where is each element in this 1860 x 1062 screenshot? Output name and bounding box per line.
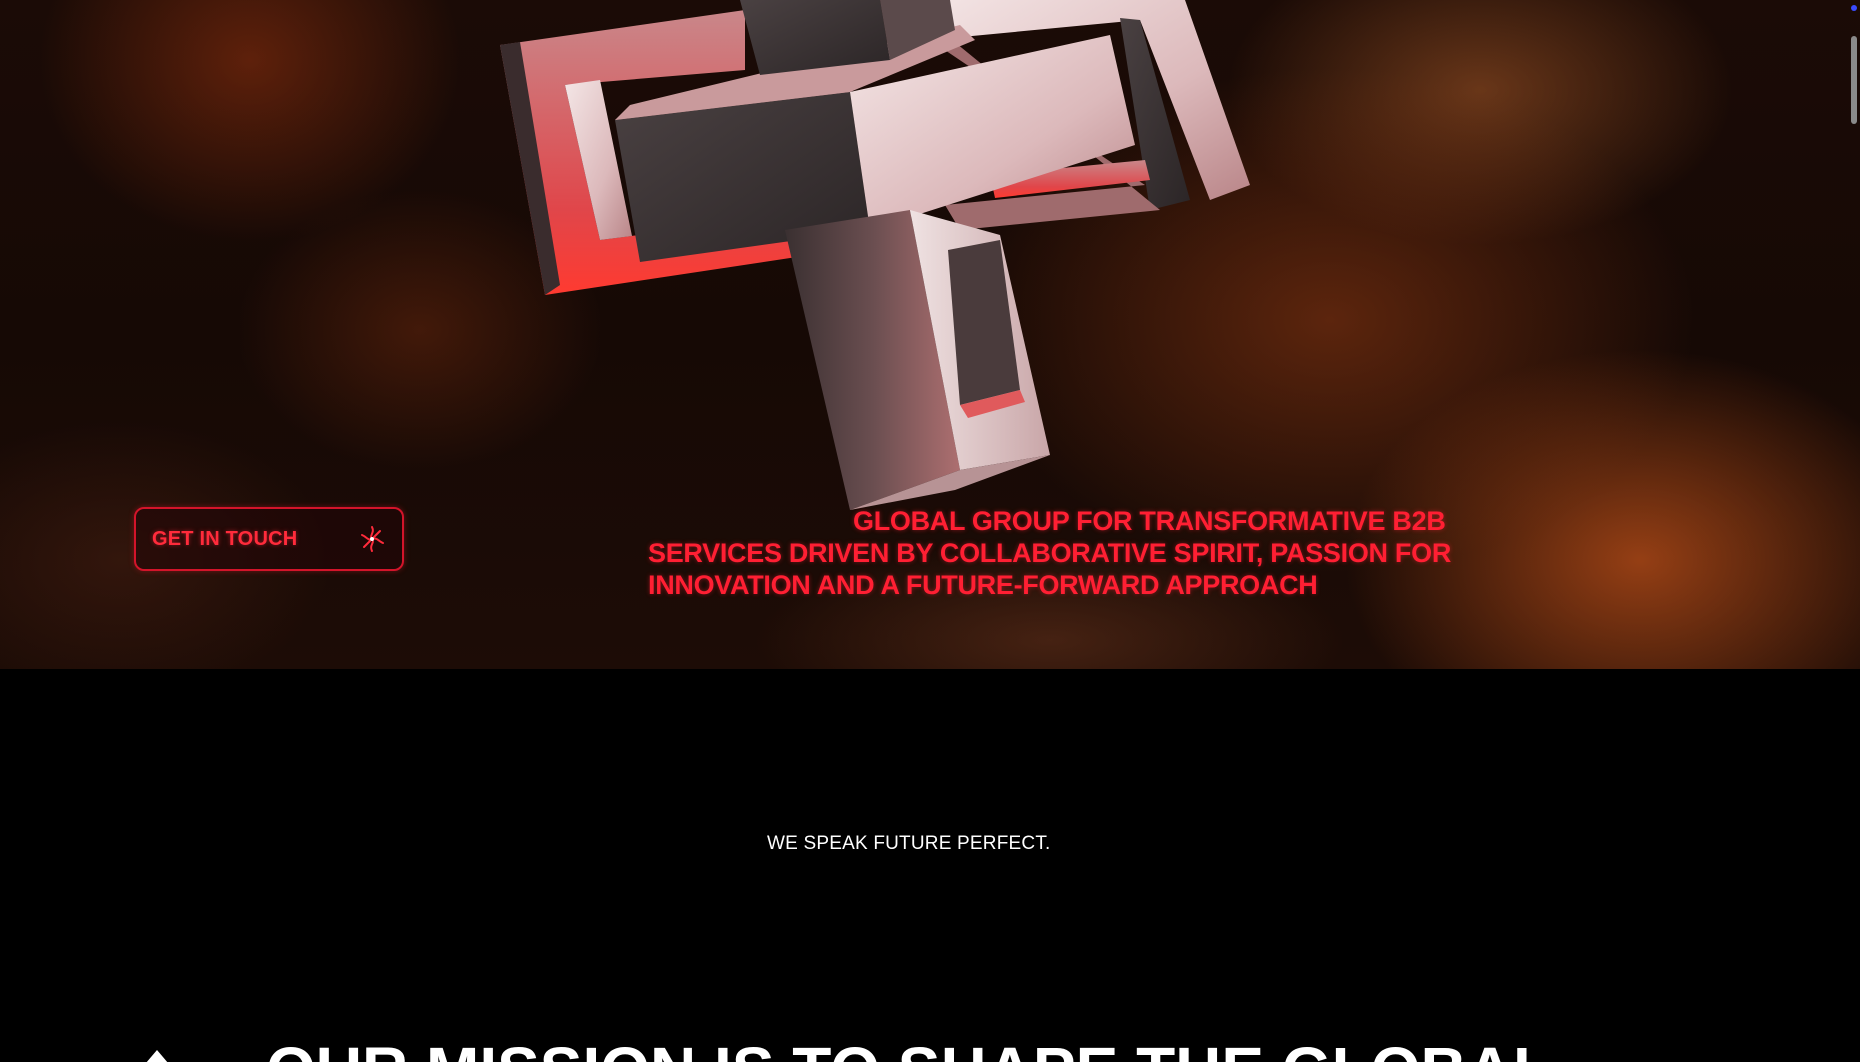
sparkle-burst-icon bbox=[361, 526, 384, 552]
hero-statement: GLOBAL GROUP FOR TRANSFORMATIVE B2B SERV… bbox=[648, 506, 1452, 600]
mission-heading: OUR MISSION IS TO SHAPE THE GLOBAL bbox=[266, 1038, 1552, 1062]
scrollbar-thumb[interactable] bbox=[1851, 36, 1857, 124]
arrow-icon bbox=[146, 1050, 168, 1062]
tagline: WE SPEAK FUTURE PERFECT. bbox=[767, 833, 1051, 854]
hero-section: GET IN TOUCH GLOBAL GROUP FOR TRANSFORMA… bbox=[0, 0, 1860, 669]
get-in-touch-label: GET IN TOUCH bbox=[152, 527, 298, 550]
indicator-dot bbox=[1851, 5, 1857, 11]
intro-section bbox=[0, 669, 1860, 1062]
get-in-touch-button[interactable]: GET IN TOUCH bbox=[134, 507, 404, 571]
scrollbar[interactable] bbox=[1848, 0, 1860, 1062]
page: GET IN TOUCH GLOBAL GROUP FOR TRANSFORMA… bbox=[0, 0, 1860, 1062]
